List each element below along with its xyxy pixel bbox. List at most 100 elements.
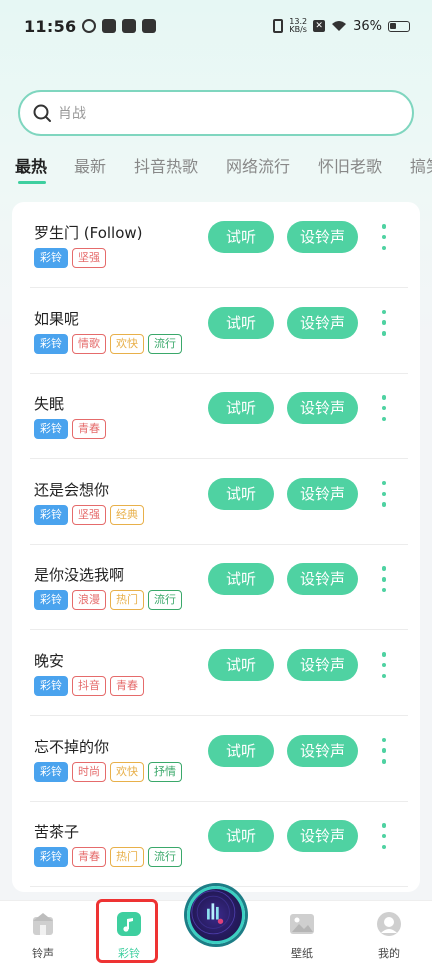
set-ringtone-button[interactable]: 设铃声 (287, 820, 358, 853)
tag: 坚强 (72, 504, 106, 525)
tag: 浪漫 (72, 590, 106, 611)
song-tags: 彩铃 坚强 经典 (34, 504, 144, 525)
nav-item-wallpaper[interactable]: 壁纸 (262, 901, 342, 964)
tag: 青春 (72, 847, 106, 868)
song-title: 晚安 (34, 652, 65, 670)
more-options-icon[interactable] (377, 737, 391, 764)
listen-button[interactable]: 试听 (208, 649, 274, 681)
tag-color-ring: 彩铃 (34, 248, 68, 268)
tag: 流行 (148, 847, 182, 868)
category-tabs: 最热 最新 抖音热歌 网络流行 怀旧老歌 搞笑 (0, 148, 432, 188)
more-options-icon[interactable] (377, 566, 391, 593)
set-ringtone-button[interactable]: 设铃声 (287, 649, 358, 681)
nav-item-ringtones[interactable]: 铃声 (3, 901, 83, 964)
more-options-icon[interactable] (377, 652, 391, 678)
tab-oldies[interactable]: 怀旧老歌 (318, 153, 382, 177)
song-tags: 彩铃 青春 (34, 419, 106, 440)
listen-button[interactable]: 试听 (208, 563, 274, 596)
tag: 欢快 (110, 761, 144, 782)
tab-hottest[interactable]: 最热 (15, 153, 47, 177)
status-time: 11:56 (24, 16, 77, 36)
set-ringtone-button[interactable]: 设铃声 (287, 392, 358, 425)
music-disc-button[interactable] (187, 886, 245, 944)
more-dot (381, 405, 387, 411)
tab-douyin-hits[interactable]: 抖音热歌 (134, 153, 198, 177)
more-options-icon[interactable] (377, 309, 391, 336)
song-row[interactable]: 忘不掉的你 彩铃 时尚 欢快 抒情 试听 设铃声 (12, 716, 420, 802)
set-ringtone-button[interactable]: 设铃声 (287, 477, 358, 510)
song-tags: 彩铃 坚强 (34, 248, 106, 268)
song-row[interactable]: 还是会想你 彩铃 坚强 经典 试听 设铃声 (12, 459, 420, 545)
alipay-icon (102, 19, 117, 33)
tag: 流行 (148, 333, 182, 354)
more-dot (381, 331, 387, 336)
more-dot (381, 673, 387, 678)
more-dot (381, 224, 387, 229)
listen-button[interactable]: 试听 (208, 820, 274, 853)
app-notification-icon (82, 19, 97, 33)
tag: 青春 (110, 676, 144, 696)
listen-button[interactable]: 试听 (208, 221, 274, 253)
song-row[interactable]: 如果呢彩铃 情歌 欢快 流行 试听 设铃声 (12, 288, 420, 374)
song-title: 罗生门 (Follow) (34, 224, 143, 242)
more-dot (381, 491, 387, 497)
more-dot (381, 833, 387, 839)
nav-label-mine: 我的 (378, 947, 400, 960)
search-input[interactable]: 肖战 (58, 103, 86, 123)
tag: 热门 (110, 590, 144, 611)
music-disc-icon (191, 890, 236, 935)
tag: 欢快 (110, 333, 144, 354)
listen-button[interactable]: 试听 (208, 392, 274, 425)
status-bar: 11:56 13.2 KB/s ✕ 36% (0, 0, 432, 52)
tag-color-ring: 彩铃 (34, 504, 68, 525)
tag-color-ring: 彩铃 (34, 333, 68, 354)
song-list: 罗生门 (Follow) 彩铃 坚强 试听 设铃声 如果呢 彩铃 情歌 欢快 流行 试听 设铃声 失眠彩… (12, 202, 420, 892)
more-dot (381, 587, 387, 593)
more-dot (381, 823, 387, 828)
more-options-icon[interactable] (377, 224, 391, 250)
tab-latest[interactable]: 最新 (74, 153, 106, 177)
song-row[interactable]: 失眠 彩铃 青春 试听 设铃声 (12, 373, 420, 460)
song-title: 忘不掉的你 (34, 737, 110, 756)
song-tags: 彩铃 情歌 欢快 流行 (34, 333, 182, 354)
more-dot (381, 245, 387, 250)
tag-color-ring: 彩铃 (34, 676, 68, 696)
search-bar[interactable]: 肖战 (18, 90, 414, 136)
song-row[interactable]: 是你没选我啊彩铃 浪漫 热门 流行 试听 设铃声 (12, 544, 420, 631)
more-dot (381, 652, 387, 657)
listen-button[interactable]: 试听 (208, 734, 274, 767)
active-tab-indicator (18, 181, 46, 184)
more-options-icon[interactable] (377, 823, 391, 850)
song-row[interactable]: 晚安彩铃 抖音 青春 试听 设铃声 (12, 630, 420, 716)
more-dot (381, 234, 387, 240)
song-title: 苦茶子 (34, 823, 80, 842)
listen-button[interactable]: 试听 (208, 477, 274, 510)
song-tags: 彩铃 浪漫 热门 流行 (34, 590, 182, 611)
nav-item-mine[interactable]: 我的 (349, 901, 429, 964)
tag: 热门 (110, 847, 144, 868)
tag: 抖音 (72, 676, 106, 696)
wifi-icon (332, 21, 347, 31)
tab-internet-pop[interactable]: 网络流行 (226, 153, 290, 177)
song-title: 是你没选我啊 (34, 566, 125, 585)
set-ringtone-button[interactable]: 设铃声 (287, 563, 358, 596)
more-options-icon[interactable] (377, 480, 391, 507)
search-icon (33, 104, 51, 122)
song-tags: 彩铃 青春 热门 流行 (34, 847, 182, 868)
song-row[interactable]: 苦茶子彩铃 青春 热门 流行 试听 设铃声 (12, 801, 420, 888)
set-ringtone-button[interactable]: 设铃声 (287, 306, 358, 339)
set-ringtone-button[interactable]: 设铃声 (287, 734, 358, 767)
song-title: 如果呢 (34, 309, 80, 328)
more-dot (381, 566, 387, 571)
more-options-icon[interactable] (377, 395, 391, 422)
check-app-icon (142, 19, 157, 33)
listen-button[interactable]: 试听 (208, 306, 274, 339)
song-row[interactable]: 罗生门 (Follow) 彩铃 坚强 试听 设铃声 (12, 202, 420, 288)
more-dot (381, 577, 387, 582)
set-ringtone-button[interactable]: 设铃声 (287, 221, 358, 253)
tab-funny[interactable]: 搞笑 (410, 153, 432, 177)
more-dot (381, 662, 387, 668)
more-dot (381, 480, 387, 486)
tag: 流行 (148, 590, 182, 611)
more-dot (381, 844, 387, 850)
